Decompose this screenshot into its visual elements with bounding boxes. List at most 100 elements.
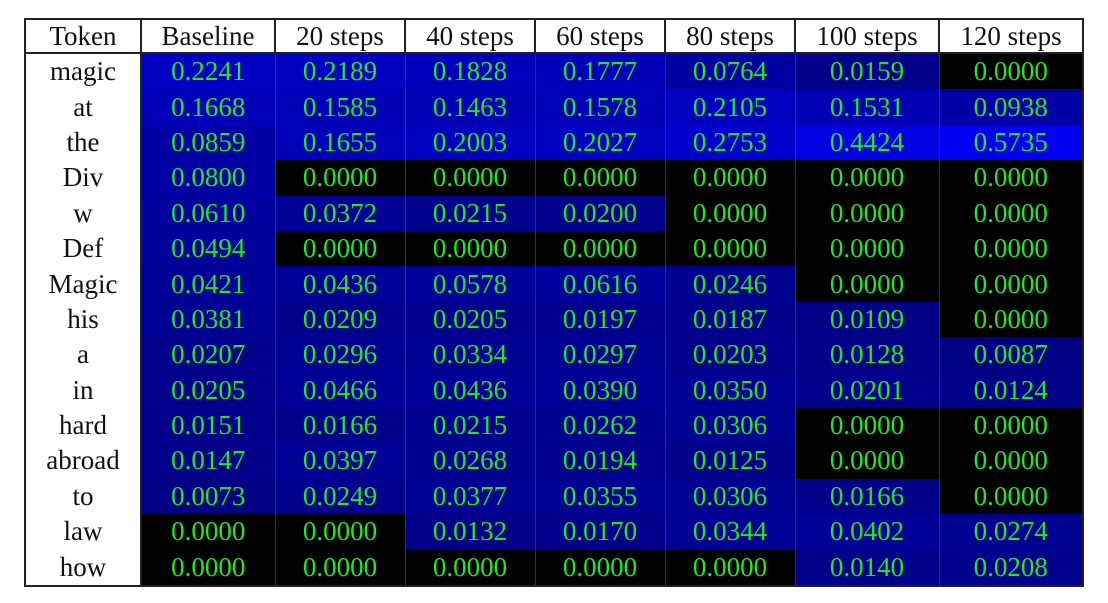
- heatmap-cell: 0.0000: [794, 266, 939, 302]
- table-row: to 0.0073 0.0249 0.0377 0.0355 0.0306 0.0166 0.…: [25, 478, 1083, 515]
- heatmap-cell: 0.0000: [404, 160, 535, 196]
- heatmap-cell: 0.0200: [534, 195, 665, 231]
- heatmap-cell: 0.0000: [140, 514, 275, 550]
- token-label: how: [25, 549, 141, 586]
- heatmap-cell: 0.2189: [274, 53, 405, 90]
- attention-heatmap-table: Token Baseline 20 steps 40 steps 60 step…: [24, 18, 1084, 587]
- heatmap-cell: 0.2105: [664, 89, 795, 125]
- token-label: magic: [25, 53, 141, 90]
- heatmap-cell: 0.0246: [664, 266, 795, 302]
- header-120-steps: 120 steps: [938, 19, 1083, 54]
- heatmap-cell: 0.0124: [938, 372, 1083, 408]
- token-label: Magic: [25, 266, 141, 302]
- heatmap-cell: 0.0578: [404, 266, 535, 302]
- token-label: w: [25, 195, 141, 231]
- heatmap-cell: 0.0125: [664, 443, 795, 479]
- table-row: Div 0.0800 0.0000 0.0000 0.0000 0.0000 0.0000 0…: [25, 160, 1083, 196]
- heatmap-cell: 0.0859: [140, 124, 275, 161]
- heatmap-cell: 0.0215: [404, 407, 535, 444]
- heatmap-cell: 0.0000: [938, 53, 1083, 90]
- token-label: Def: [25, 230, 141, 267]
- heatmap-cell: 0.1668: [140, 89, 275, 125]
- table-row: hard 0.0151 0.0166 0.0215 0.0262 0.0306 0.0000…: [25, 407, 1083, 444]
- heatmap-cell: 0.0197: [534, 301, 665, 338]
- heatmap-cell: 0.0000: [794, 160, 939, 196]
- table-row: law 0.0000 0.0000 0.0132 0.0170 0.0344 0.0402 0…: [25, 514, 1083, 550]
- header-60-steps: 60 steps: [534, 19, 665, 54]
- header-token: Token: [25, 19, 141, 54]
- token-label: a: [25, 337, 141, 373]
- token-label: abroad: [25, 443, 141, 479]
- header-80-steps: 80 steps: [664, 19, 795, 54]
- table-row: at 0.1668 0.1585 0.1463 0.1578 0.2105 0.1531 0.…: [25, 89, 1083, 125]
- heatmap-cell: 0.0390: [534, 372, 665, 408]
- heatmap-cell: 0.0166: [794, 478, 939, 515]
- header-20-steps: 20 steps: [274, 19, 405, 54]
- heatmap-cell: 0.0350: [664, 372, 795, 408]
- heatmap-cell: 0.2027: [534, 124, 665, 161]
- heatmap-cell: 0.0616: [534, 266, 665, 302]
- header-row: Token Baseline 20 steps 40 steps 60 step…: [25, 19, 1083, 54]
- heatmap-cell: 0.0000: [794, 230, 939, 267]
- heatmap-cell: 0.0494: [140, 230, 275, 267]
- heatmap-cell: 0.0109: [794, 301, 939, 338]
- heatmap-cell: 0.0306: [664, 407, 795, 444]
- heatmap-cell: 0.0187: [664, 301, 795, 338]
- heatmap-cell: 0.0355: [534, 478, 665, 515]
- heatmap-cell: 0.0132: [404, 514, 535, 550]
- heatmap-cell: 0.0000: [938, 230, 1083, 267]
- heatmap-cell: 0.0205: [404, 301, 535, 338]
- heatmap-cell: 0.0000: [938, 407, 1083, 444]
- table-row: magic 0.2241 0.2189 0.1828 0.1777 0.0764 0.015…: [25, 53, 1083, 90]
- heatmap-cell: 0.1655: [274, 124, 405, 161]
- table-row: how 0.0000 0.0000 0.0000 0.0000 0.0000 0.0140 0…: [25, 549, 1083, 586]
- heatmap-cell: 0.0147: [140, 443, 275, 479]
- heatmap-cell: 0.0000: [404, 230, 535, 267]
- heatmap-cell: 0.0000: [794, 443, 939, 479]
- heatmap-cell: 0.0000: [274, 230, 405, 267]
- heatmap-cell: 0.1828: [404, 53, 535, 90]
- token-label: in: [25, 372, 141, 408]
- token-label: law: [25, 514, 141, 550]
- table-row: a 0.0207 0.0296 0.0334 0.0297 0.0203 0.0128 0.0…: [25, 337, 1083, 373]
- heatmap-cell: 0.0296: [274, 337, 405, 373]
- heatmap-cell: 0.0000: [664, 549, 795, 586]
- heatmap-cell: 0.0194: [534, 443, 665, 479]
- heatmap-cell: 0.0421: [140, 266, 275, 302]
- heatmap-cell: 0.2003: [404, 124, 535, 161]
- table-row: abroad 0.0147 0.0397 0.0268 0.0194 0.0125 0.00…: [25, 443, 1083, 479]
- heatmap-cell: 0.0208: [938, 549, 1083, 586]
- heatmap-cell: 0.2241: [140, 53, 275, 90]
- token-label: his: [25, 301, 141, 338]
- header-100-steps: 100 steps: [794, 19, 939, 54]
- heatmap-cell: 0.0000: [140, 549, 275, 586]
- table-body: magic 0.2241 0.2189 0.1828 0.1777 0.0764 0.015…: [25, 53, 1083, 586]
- table-row: Def 0.0494 0.0000 0.0000 0.0000 0.0000 0.0000 0…: [25, 230, 1083, 267]
- heatmap-cell: 0.0000: [274, 549, 405, 586]
- heatmap-cell: 0.0000: [794, 407, 939, 444]
- heatmap-cell: 0.0000: [534, 160, 665, 196]
- heatmap-cell: 0.0000: [794, 195, 939, 231]
- heatmap-cell: 0.0306: [664, 478, 795, 515]
- heatmap-cell: 0.0297: [534, 337, 665, 373]
- heatmap-cell: 0.0000: [664, 160, 795, 196]
- heatmap-cell: 0.0000: [938, 160, 1083, 196]
- table-row: the 0.0859 0.1655 0.2003 0.2027 0.2753 0.4424 0…: [25, 124, 1083, 161]
- heatmap-cell: 0.0000: [404, 549, 535, 586]
- heatmap-cell: 0.1578: [534, 89, 665, 125]
- heatmap-cell: 0.0000: [938, 443, 1083, 479]
- heatmap-cell: 0.0205: [140, 372, 275, 408]
- heatmap-cell: 0.0000: [938, 266, 1083, 302]
- header-baseline: Baseline: [140, 19, 275, 54]
- heatmap-cell: 0.0209: [274, 301, 405, 338]
- heatmap-cell: 0.0000: [938, 195, 1083, 231]
- heatmap-cell: 0.0000: [938, 478, 1083, 515]
- heatmap-cell: 0.2753: [664, 124, 795, 161]
- heatmap-cell: 0.0334: [404, 337, 535, 373]
- token-label: Div: [25, 160, 141, 196]
- heatmap-cell: 0.0436: [404, 372, 535, 408]
- heatmap-cell: 0.0201: [794, 372, 939, 408]
- heatmap-cell: 0.0128: [794, 337, 939, 373]
- heatmap-cell: 0.0073: [140, 478, 275, 515]
- heatmap-cell: 0.0372: [274, 195, 405, 231]
